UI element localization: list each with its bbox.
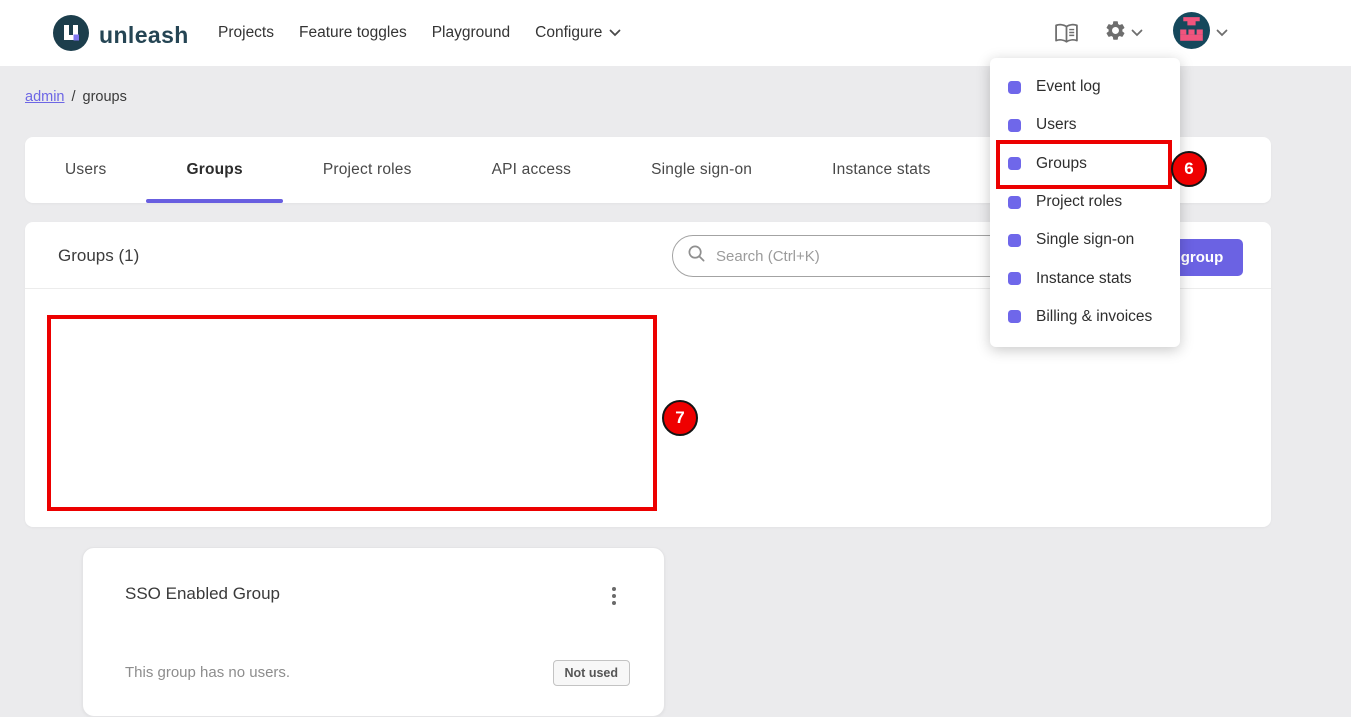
- nav-feature-toggles[interactable]: Feature toggles: [299, 24, 407, 42]
- menu-item-label: Event log: [1036, 78, 1101, 96]
- settings-dropdown-menu: Event log Users Groups Project roles Sin…: [990, 58, 1180, 347]
- brand-wordmark: unleash: [99, 22, 189, 49]
- kebab-menu-icon[interactable]: [602, 582, 626, 610]
- menu-square-icon: [1008, 272, 1021, 285]
- docs-book-icon[interactable]: [1054, 23, 1079, 44]
- page: unleash Projects Feature toggles Playgro…: [0, 0, 1351, 591]
- menu-item-groups[interactable]: Groups: [990, 145, 1180, 183]
- menu-item-label: Single sign-on: [1036, 231, 1134, 249]
- unleash-logo[interactable]: unleash: [53, 15, 189, 56]
- menu-item-users[interactable]: Users: [990, 106, 1180, 144]
- group-card-sso-enabled-group[interactable]: SSO Enabled Group This group has no user…: [82, 547, 665, 717]
- unleash-logo-icon: [53, 15, 89, 56]
- tab-groups-label: Groups: [186, 161, 242, 179]
- menu-item-label: Users: [1036, 116, 1076, 134]
- chevron-down-icon: [609, 24, 621, 42]
- nav-configure-label: Configure: [535, 24, 602, 42]
- chevron-down-icon: [1216, 24, 1228, 42]
- nav-configure[interactable]: Configure: [535, 24, 621, 42]
- page-title: Groups (1): [58, 246, 139, 266]
- menu-square-icon: [1008, 157, 1021, 170]
- menu-item-event-log[interactable]: Event log: [990, 68, 1180, 106]
- avatar: [1173, 12, 1210, 54]
- menu-square-icon: [1008, 81, 1021, 94]
- menu-item-project-roles[interactable]: Project roles: [990, 183, 1180, 221]
- active-tab-indicator: [146, 199, 282, 203]
- tab-users[interactable]: Users: [25, 137, 146, 203]
- group-empty-text: This group has no users.: [125, 664, 290, 681]
- search-icon: [687, 244, 706, 268]
- breadcrumb-separator: /: [72, 89, 76, 105]
- menu-item-billing-invoices[interactable]: Billing & invoices: [990, 298, 1180, 336]
- menu-square-icon: [1008, 119, 1021, 132]
- breadcrumb: admin / groups: [25, 89, 127, 105]
- tab-api-access[interactable]: API access: [452, 137, 612, 203]
- top-navbar: unleash Projects Feature toggles Playgro…: [0, 0, 1351, 66]
- gear-icon: [1104, 19, 1127, 47]
- chevron-down-icon: [1131, 24, 1143, 42]
- tab-instance-stats[interactable]: Instance stats: [792, 137, 970, 203]
- not-used-badge: Not used: [553, 660, 630, 686]
- settings-gear-button[interactable]: [1104, 19, 1143, 47]
- menu-square-icon: [1008, 310, 1021, 323]
- menu-item-single-sign-on[interactable]: Single sign-on: [990, 221, 1180, 259]
- menu-item-label: Instance stats: [1036, 270, 1132, 288]
- menu-item-label: Billing & invoices: [1036, 308, 1152, 326]
- breadcrumb-admin-link[interactable]: admin: [25, 89, 65, 105]
- menu-item-instance-stats[interactable]: Instance stats: [990, 259, 1180, 297]
- user-menu-button[interactable]: [1173, 12, 1228, 54]
- menu-item-label: Project roles: [1036, 193, 1122, 211]
- breadcrumb-current: groups: [83, 89, 127, 105]
- menu-item-label: Groups: [1036, 155, 1087, 173]
- group-card-title: SSO Enabled Group: [125, 584, 280, 604]
- nav-playground[interactable]: Playground: [432, 24, 510, 42]
- tab-single-sign-on[interactable]: Single sign-on: [611, 137, 792, 203]
- main-nav: Projects Feature toggles Playground Conf…: [218, 0, 621, 66]
- tab-project-roles[interactable]: Project roles: [283, 137, 452, 203]
- navbar-actions: [1054, 0, 1228, 66]
- menu-square-icon: [1008, 234, 1021, 247]
- nav-projects[interactable]: Projects: [218, 24, 274, 42]
- menu-square-icon: [1008, 196, 1021, 209]
- tab-groups[interactable]: Groups: [146, 137, 282, 203]
